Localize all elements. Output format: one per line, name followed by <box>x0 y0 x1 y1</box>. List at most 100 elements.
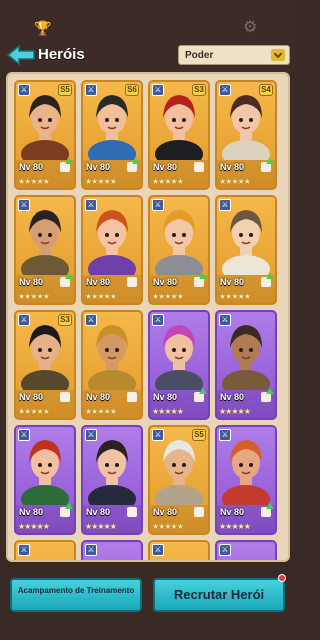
hero-card[interactable]: ⚔ S3 Nv 80 ★★★★★ <box>14 310 76 420</box>
rank-badge: S4 <box>259 84 273 96</box>
shard-icon <box>194 162 204 172</box>
hero-level: Nv 80 <box>86 277 111 287</box>
hero-card[interactable]: ⚔ Nv 80 ★★★★★ <box>81 195 143 305</box>
shard-icon <box>194 507 204 517</box>
class-icon: ⚔ <box>85 429 97 441</box>
star-rating: ★★★★★ <box>219 522 251 531</box>
star-rating: ★★★★★ <box>18 407 50 416</box>
hero-level: Nv 80 <box>220 162 245 172</box>
star-rating: ★★★★★ <box>219 292 251 301</box>
recruit-hero-button[interactable]: Recrutar Herói <box>153 578 285 612</box>
upgrade-arrow-icon <box>65 158 73 164</box>
star-rating: ★★★★★ <box>152 177 184 186</box>
hero-card[interactable]: ⚔ S5 Nv 80 ★★★★★ <box>14 80 76 190</box>
hero-card[interactable]: ⚔ Nv 80 ★★★★★ <box>215 195 277 305</box>
star-rating: ★★★★★ <box>152 407 184 416</box>
class-icon: ⚔ <box>18 84 30 96</box>
star-rating: ★★★★★ <box>85 292 117 301</box>
hero-level: Nv 80 <box>86 162 111 172</box>
hero-card[interactable]: ⚔ S6 Nv 80 ★★★★★ <box>81 80 143 190</box>
upgrade-arrow-icon <box>266 273 274 279</box>
class-icon: ⚔ <box>18 199 30 211</box>
back-arrow-icon <box>6 44 35 66</box>
hero-card[interactable]: ⚔ Nv 80 ★★★★★ <box>81 310 143 420</box>
hero-card[interactable]: ⚔ Nv 80 ★★★★★ <box>148 310 210 420</box>
rank-badge: S5 <box>192 429 206 441</box>
training-camp-button[interactable]: Acampamento de Treinamento <box>10 578 142 612</box>
top-status-bar: 🏆 ⚙ <box>0 0 295 40</box>
shard-icon <box>127 507 137 517</box>
class-icon: ⚔ <box>18 544 30 556</box>
shard-icon <box>60 392 70 402</box>
hero-card[interactable]: ⚔ Nv 80 ★★★★★ <box>81 425 143 535</box>
upgrade-arrow-icon <box>199 273 207 279</box>
star-rating: ★★★★★ <box>152 522 184 531</box>
rank-badge: S6 <box>125 84 139 96</box>
hero-level: Nv 80 <box>220 392 245 402</box>
class-icon: ⚔ <box>85 314 97 326</box>
hero-card[interactable]: ⚔ Nv 80 ★★★★★ <box>215 310 277 420</box>
trophy-icon[interactable]: 🏆 <box>34 20 51 36</box>
star-rating: ★★★★★ <box>85 407 117 416</box>
class-icon: ⚔ <box>85 544 97 556</box>
sort-value: Poder <box>185 50 214 61</box>
hero-card[interactable]: ⚔ S3 Nv 80 ★★★★★ <box>148 80 210 190</box>
hero-card[interactable]: ⚔ <box>14 540 76 560</box>
hero-level: Nv 80 <box>86 392 111 402</box>
rank-badge: S5 <box>58 84 72 96</box>
hero-level: Nv 80 <box>19 392 44 402</box>
hero-level: Nv 80 <box>19 162 44 172</box>
rank-badge: S3 <box>58 314 72 326</box>
hero-card[interactable]: ⚔ S4 Nv 80 ★★★★★ <box>215 80 277 190</box>
class-icon: ⚔ <box>18 314 30 326</box>
class-icon: ⚔ <box>152 199 164 211</box>
gear-icon[interactable]: ⚙ <box>243 20 259 36</box>
star-rating: ★★★★★ <box>18 522 50 531</box>
hero-level: Nv 80 <box>220 507 245 517</box>
upgrade-arrow-icon <box>266 503 274 509</box>
back-button[interactable] <box>6 43 36 67</box>
hero-level: Nv 80 <box>153 162 178 172</box>
star-rating: ★★★★★ <box>219 177 251 186</box>
hero-card[interactable]: ⚔ <box>81 540 143 560</box>
shard-icon <box>127 392 137 402</box>
upgrade-arrow-icon <box>266 388 274 394</box>
hero-level: Nv 80 <box>19 277 44 287</box>
class-icon: ⚔ <box>85 84 97 96</box>
class-icon: ⚔ <box>152 429 164 441</box>
hero-level: Nv 80 <box>153 507 178 517</box>
page-title: Heróis <box>38 46 85 63</box>
shard-icon <box>127 277 137 287</box>
class-icon: ⚔ <box>219 314 231 326</box>
hero-level: Nv 80 <box>220 277 245 287</box>
sort-dropdown[interactable]: Poder <box>178 45 290 65</box>
hero-card[interactable]: ⚔ Nv 80 ★★★★★ <box>215 425 277 535</box>
class-icon: ⚔ <box>219 199 231 211</box>
upgrade-arrow-icon <box>199 388 207 394</box>
hero-level: Nv 80 <box>153 277 178 287</box>
hero-card[interactable]: ⚔ Nv 80 ★★★★★ <box>14 195 76 305</box>
star-rating: ★★★★★ <box>18 292 50 301</box>
rank-badge: S3 <box>192 84 206 96</box>
hero-card[interactable]: ⚔ <box>148 540 210 560</box>
header: Heróis Poder <box>0 40 295 72</box>
upgrade-arrow-icon <box>132 158 140 164</box>
hero-card[interactable]: ⚔ S5 Nv 80 ★★★★★ <box>148 425 210 535</box>
class-icon: ⚔ <box>152 314 164 326</box>
bottom-action-bar: Acampamento de Treinamento Recrutar Heró… <box>0 566 295 640</box>
upgrade-arrow-icon <box>266 158 274 164</box>
class-icon: ⚔ <box>152 544 164 556</box>
upgrade-arrow-icon <box>65 503 73 509</box>
hero-level: Nv 80 <box>153 392 178 402</box>
hero-card[interactable]: ⚔ <box>215 540 277 560</box>
hero-level: Nv 80 <box>86 507 111 517</box>
hero-grid: ⚔ S5 Nv 80 ★★★★★ ⚔ S6 Nv 80 ★★★★★ ⚔ S3 Nv 80 ★★★★… <box>6 72 290 562</box>
class-icon: ⚔ <box>18 429 30 441</box>
class-icon: ⚔ <box>219 544 231 556</box>
notification-dot <box>278 574 286 582</box>
hero-card[interactable]: ⚔ Nv 80 ★★★★★ <box>14 425 76 535</box>
star-rating: ★★★★★ <box>219 407 251 416</box>
class-icon: ⚔ <box>152 84 164 96</box>
hero-card[interactable]: ⚔ Nv 80 ★★★★★ <box>148 195 210 305</box>
hero-level: Nv 80 <box>19 507 44 517</box>
